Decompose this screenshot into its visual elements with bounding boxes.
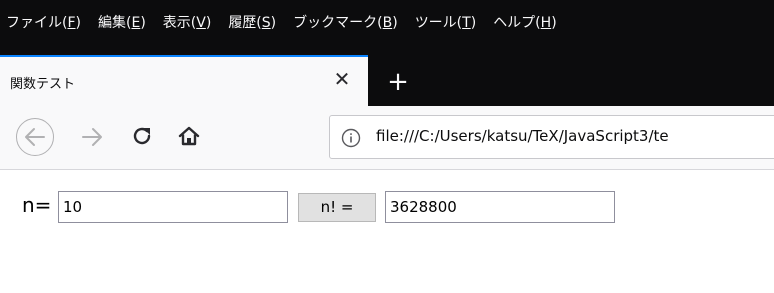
forward-button[interactable] bbox=[78, 124, 106, 150]
home-icon bbox=[178, 126, 200, 146]
back-button[interactable] bbox=[16, 118, 54, 156]
page-content: n= n! = bbox=[0, 170, 774, 293]
tab-title: 関数テスト bbox=[10, 77, 76, 92]
home-button[interactable] bbox=[175, 122, 203, 150]
menu-view[interactable]: 表示(V) bbox=[163, 12, 212, 32]
result-output[interactable] bbox=[385, 191, 615, 223]
url-text: file:///C:/Users/katsu/TeX/JavaScript3/t… bbox=[376, 127, 669, 145]
new-tab-plus-icon[interactable]: + bbox=[385, 69, 411, 95]
menu-bookmarks[interactable]: ブックマーク(B) bbox=[293, 12, 398, 32]
factorial-button[interactable]: n! = bbox=[298, 193, 376, 222]
tab-strip: 関数テスト ✕ + bbox=[0, 44, 774, 106]
reload-icon bbox=[133, 127, 151, 145]
back-arrow-icon bbox=[25, 128, 45, 146]
menu-tools[interactable]: ツール(T) bbox=[415, 12, 477, 32]
menu-history[interactable]: 履歴(S) bbox=[228, 12, 276, 32]
info-icon[interactable] bbox=[340, 127, 362, 149]
n-label: n= bbox=[22, 193, 52, 217]
menu-help[interactable]: ヘルプ(H) bbox=[493, 12, 556, 32]
forward-arrow-icon bbox=[82, 128, 102, 146]
tab-close-icon[interactable]: ✕ bbox=[330, 67, 354, 91]
n-input[interactable] bbox=[58, 191, 288, 223]
tab-active[interactable]: 関数テスト ✕ bbox=[0, 55, 368, 106]
menu-file[interactable]: ファイル(F) bbox=[6, 12, 81, 32]
url-bar[interactable]: file:///C:/Users/katsu/TeX/JavaScript3/t… bbox=[329, 115, 774, 159]
menu-edit[interactable]: 編集(E) bbox=[98, 12, 146, 32]
reload-button[interactable] bbox=[128, 122, 156, 150]
menu-bar: ファイル(F) 編集(E) 表示(V) 履歴(S) ブックマーク(B) ツール(… bbox=[0, 0, 774, 44]
navigation-toolbar: file:///C:/Users/katsu/TeX/JavaScript3/t… bbox=[0, 106, 774, 170]
